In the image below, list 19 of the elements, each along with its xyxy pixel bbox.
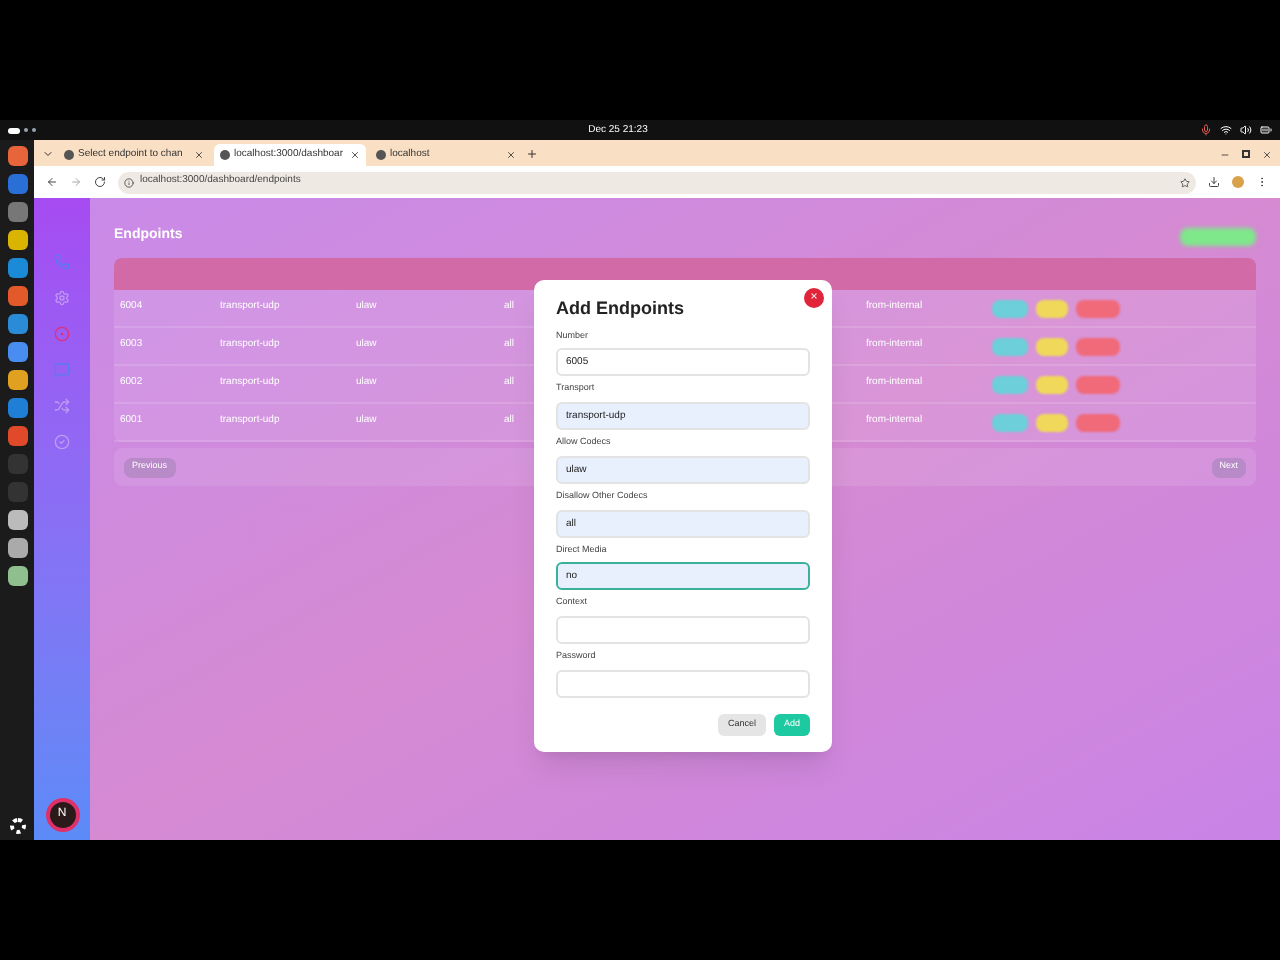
workspace-indicator[interactable] (8, 127, 36, 133)
input-field[interactable] (556, 616, 810, 644)
volume-icon[interactable] (1240, 124, 1252, 136)
input-field[interactable] (556, 669, 810, 698)
wifi-icon[interactable] (1220, 124, 1232, 136)
apps-grid-icon[interactable] (9, 818, 25, 834)
tab-list-icon[interactable] (42, 148, 54, 160)
battery-icon[interactable] (1260, 124, 1272, 136)
reload-icon[interactable] (94, 176, 106, 188)
dialog-title: Add Endpoints (556, 296, 686, 322)
new-tab-icon[interactable] (526, 148, 538, 160)
bookmark-icon[interactable] (1180, 177, 1190, 187)
profile-icon[interactable] (1232, 176, 1244, 188)
microphone-icon[interactable] (1200, 124, 1212, 136)
back-icon[interactable] (46, 176, 58, 188)
download-icon[interactable] (1208, 176, 1220, 188)
check-circle-icon[interactable] (54, 434, 70, 450)
maximize-icon[interactable] (1242, 150, 1250, 158)
info-icon (124, 177, 134, 187)
